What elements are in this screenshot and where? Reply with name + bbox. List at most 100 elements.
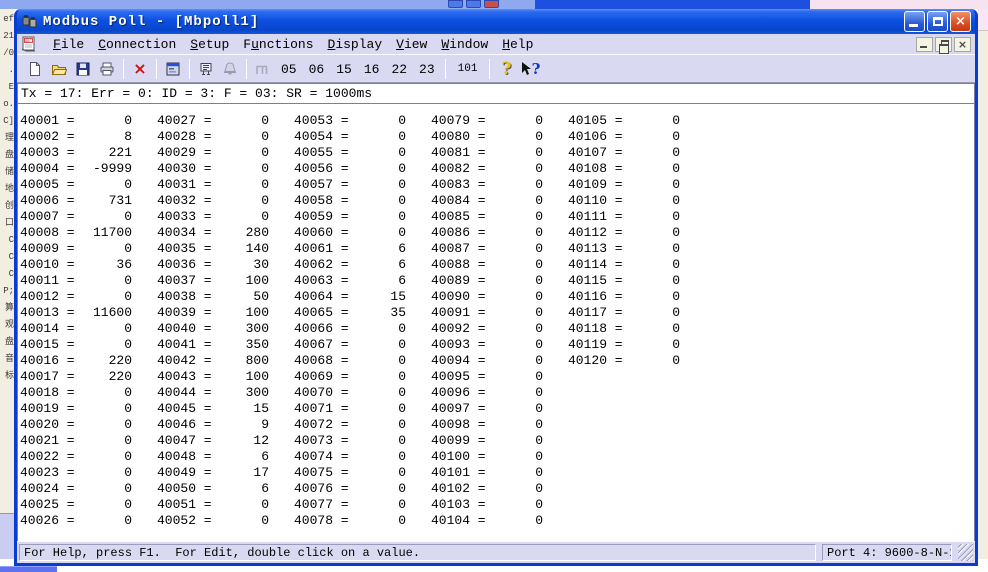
- function-05-button[interactable]: 05: [275, 62, 303, 77]
- register-value[interactable]: 0: [398, 145, 406, 161]
- register-cell[interactable]: 40102 =0: [431, 481, 543, 497]
- register-value[interactable]: 0: [398, 369, 406, 385]
- register-cell[interactable]: 40031 =0: [157, 177, 269, 193]
- register-cell[interactable]: 40050 =6: [157, 481, 269, 497]
- register-cell[interactable]: 40044 =300: [157, 385, 269, 401]
- register-cell[interactable]: 40064 =15: [294, 289, 406, 305]
- register-cell[interactable]: 40099 =0: [431, 433, 543, 449]
- register-value[interactable]: 0: [124, 481, 132, 497]
- register-cell[interactable]: 40117 =0: [568, 305, 680, 321]
- read-write-definition-button[interactable]: [194, 57, 218, 80]
- register-value[interactable]: 0: [398, 209, 406, 225]
- register-value[interactable]: 6: [398, 257, 406, 273]
- register-cell[interactable]: 40062 =6: [294, 257, 406, 273]
- register-cell[interactable]: 40112 =0: [568, 225, 680, 241]
- menu-file[interactable]: File: [46, 36, 91, 53]
- register-cell[interactable]: 40029 =0: [157, 145, 269, 161]
- register-cell[interactable]: 40095 =0: [431, 369, 543, 385]
- register-value[interactable]: 0: [398, 417, 406, 433]
- register-value[interactable]: 0: [124, 273, 132, 289]
- background-close-button[interactable]: [484, 0, 499, 8]
- register-cell[interactable]: 40032 =0: [157, 193, 269, 209]
- register-cell[interactable]: 40082 =0: [431, 161, 543, 177]
- register-cell[interactable]: 40003 =221: [20, 145, 132, 161]
- register-value[interactable]: 6: [261, 481, 269, 497]
- register-cell[interactable]: 40008 =11700: [20, 225, 132, 241]
- register-cell[interactable]: 40021 =0: [20, 433, 132, 449]
- register-cell[interactable]: 40088 =0: [431, 257, 543, 273]
- register-cell[interactable]: 40024 =0: [20, 481, 132, 497]
- register-cell[interactable]: 40061 =6: [294, 241, 406, 257]
- register-value[interactable]: 0: [672, 305, 680, 321]
- function-06-button[interactable]: 06: [303, 62, 331, 77]
- register-value[interactable]: 280: [246, 225, 269, 241]
- register-cell[interactable]: 40058 =0: [294, 193, 406, 209]
- register-value[interactable]: 0: [124, 417, 132, 433]
- register-cell[interactable]: 40028 =0: [157, 129, 269, 145]
- register-value[interactable]: 50: [253, 289, 269, 305]
- register-value[interactable]: 0: [672, 177, 680, 193]
- register-cell[interactable]: 40041 =350: [157, 337, 269, 353]
- register-cell[interactable]: 40078 =0: [294, 513, 406, 529]
- register-cell[interactable]: 40109 =0: [568, 177, 680, 193]
- register-value[interactable]: 0: [672, 193, 680, 209]
- register-cell[interactable]: 40013 =11600: [20, 305, 132, 321]
- register-cell[interactable]: 40017 =220: [20, 369, 132, 385]
- background-minimize-button[interactable]: [448, 0, 463, 8]
- register-cell[interactable]: 40101 =0: [431, 465, 543, 481]
- register-cell[interactable]: 40049 =17: [157, 465, 269, 481]
- register-value[interactable]: 0: [124, 401, 132, 417]
- register-cell[interactable]: 40012 =0: [20, 289, 132, 305]
- register-value[interactable]: 0: [124, 513, 132, 529]
- register-value[interactable]: 300: [246, 385, 269, 401]
- register-cell[interactable]: 40119 =0: [568, 337, 680, 353]
- register-value[interactable]: 0: [535, 225, 543, 241]
- register-cell[interactable]: 40060 =0: [294, 225, 406, 241]
- register-value[interactable]: 100: [246, 305, 269, 321]
- register-cell[interactable]: 40114 =0: [568, 257, 680, 273]
- register-value[interactable]: 0: [261, 129, 269, 145]
- register-value[interactable]: 0: [535, 433, 543, 449]
- register-value[interactable]: 0: [398, 449, 406, 465]
- register-value[interactable]: 0: [535, 369, 543, 385]
- register-cell[interactable]: 40071 =0: [294, 401, 406, 417]
- close-button[interactable]: ×: [950, 11, 971, 32]
- register-cell[interactable]: 40043 =100: [157, 369, 269, 385]
- background-maximize-button[interactable]: [466, 0, 481, 8]
- register-cell[interactable]: 40033 =0: [157, 209, 269, 225]
- register-value[interactable]: 0: [124, 289, 132, 305]
- register-value[interactable]: 0: [124, 113, 132, 129]
- help-button[interactable]: ?: [494, 57, 518, 80]
- register-cell[interactable]: 40015 =0: [20, 337, 132, 353]
- register-value[interactable]: 0: [535, 193, 543, 209]
- menu-connection[interactable]: Connection: [91, 36, 183, 53]
- register-value[interactable]: 0: [535, 401, 543, 417]
- register-cell[interactable]: 40087 =0: [431, 241, 543, 257]
- register-cell[interactable]: 40085 =0: [431, 209, 543, 225]
- register-value[interactable]: 0: [535, 385, 543, 401]
- register-cell[interactable]: 40066 =0: [294, 321, 406, 337]
- register-value[interactable]: 0: [535, 161, 543, 177]
- register-cell[interactable]: 40001 =0: [20, 113, 132, 129]
- register-value[interactable]: 0: [398, 513, 406, 529]
- register-value[interactable]: 0: [535, 273, 543, 289]
- register-value[interactable]: 220: [109, 353, 132, 369]
- register-value[interactable]: 0: [398, 497, 406, 513]
- register-value[interactable]: 0: [261, 209, 269, 225]
- register-value[interactable]: 0: [672, 289, 680, 305]
- register-cell[interactable]: 40106 =0: [568, 129, 680, 145]
- register-cell[interactable]: 40107 =0: [568, 145, 680, 161]
- register-value[interactable]: 140: [246, 241, 269, 257]
- register-value[interactable]: 11600: [93, 305, 132, 321]
- register-value[interactable]: 35: [390, 305, 406, 321]
- register-value[interactable]: 15: [390, 289, 406, 305]
- register-cell[interactable]: 40059 =0: [294, 209, 406, 225]
- register-cell[interactable]: 40096 =0: [431, 385, 543, 401]
- register-value[interactable]: 0: [398, 353, 406, 369]
- register-cell[interactable]: 40098 =0: [431, 417, 543, 433]
- function-23-button[interactable]: 23: [413, 62, 441, 77]
- register-cell[interactable]: 40067 =0: [294, 337, 406, 353]
- register-value[interactable]: 0: [672, 321, 680, 337]
- register-value[interactable]: 0: [535, 113, 543, 129]
- register-cell[interactable]: 40007 =0: [20, 209, 132, 225]
